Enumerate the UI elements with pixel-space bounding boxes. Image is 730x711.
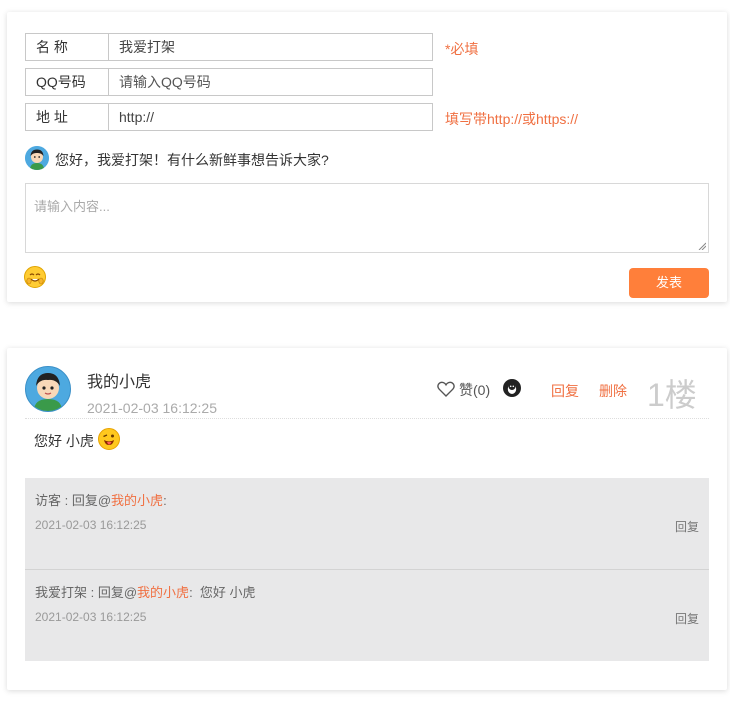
author-avatar <box>25 366 71 412</box>
comment-time: 2021-02-03 16:12:25 <box>87 400 217 416</box>
url-label: 地 址 <box>25 103 109 131</box>
reply-reply-button[interactable]: 回复 <box>675 518 699 535</box>
tongue-emoji-icon <box>98 428 120 450</box>
comment-body-text: 您好 小虎 <box>34 433 94 449</box>
url-format-hint: 填写带http://或https:// <box>445 111 579 127</box>
delete-button[interactable]: 删除 <box>599 381 627 401</box>
reply-time: 2021-02-03 16:12:25 <box>35 518 147 532</box>
reply-time: 2021-02-03 16:12:25 <box>35 610 147 624</box>
reply-button[interactable]: 回复 <box>551 381 579 401</box>
reply-author: 我爱打架 : 回复@ <box>35 585 138 600</box>
emoji-picker-icon[interactable] <box>24 266 46 288</box>
user-avatar <box>25 146 49 170</box>
resize-grip-icon[interactable] <box>698 242 706 250</box>
reply-content: : <box>163 493 167 508</box>
reply-content: : 您好 小虎 <box>189 585 256 600</box>
reply-text: 访客 : 回复@我的小虎: <box>35 490 167 509</box>
reply-item: 访客 : 回复@我的小虎: 2021-02-03 16:12:25 回复 <box>25 478 709 569</box>
comment-author[interactable]: 我的小虎 <box>87 368 151 392</box>
comment-card: 我的小虎 2021-02-03 16:12:25 赞(0) 回复 删除 1楼 您… <box>7 348 727 690</box>
url-input[interactable]: http:// <box>108 103 433 131</box>
reply-reply-button[interactable]: 回复 <box>675 610 699 627</box>
qq-input[interactable]: 请输入QQ号码 <box>108 68 433 96</box>
content-placeholder: 请输入内容... <box>34 199 110 214</box>
qq-label: QQ号码 <box>25 68 109 96</box>
reply-target-link[interactable]: 我的小虎 <box>111 493 163 508</box>
name-required-hint: *必填 <box>445 41 479 57</box>
qq-penguin-icon[interactable] <box>503 379 521 397</box>
floor-number: 1楼 <box>647 377 697 413</box>
greeting-text: 您好，我爱打架！有什么新鲜事想告诉大家? <box>55 152 329 168</box>
like-count: 赞(0) <box>459 382 491 398</box>
content-textarea[interactable]: 请输入内容... <box>25 183 709 253</box>
comment-form: 名 称 我爱打架 *必填 QQ号码 请输入QQ号码 地 址 http:// 填写… <box>7 12 727 302</box>
reply-target-link[interactable]: 我的小虎 <box>137 585 189 600</box>
name-label: 名 称 <box>25 33 109 61</box>
comment-divider <box>25 418 709 419</box>
reply-text: 我爱打架 : 回复@我的小虎: 您好 小虎 <box>35 582 256 601</box>
heart-icon <box>437 381 455 397</box>
name-input[interactable]: 我爱打架 <box>108 33 433 61</box>
reply-author: 访客 : 回复@ <box>35 493 112 508</box>
submit-button[interactable]: 发表 <box>629 268 709 298</box>
reply-item: 我爱打架 : 回复@我的小虎: 您好 小虎 2021-02-03 16:12:2… <box>25 570 709 661</box>
